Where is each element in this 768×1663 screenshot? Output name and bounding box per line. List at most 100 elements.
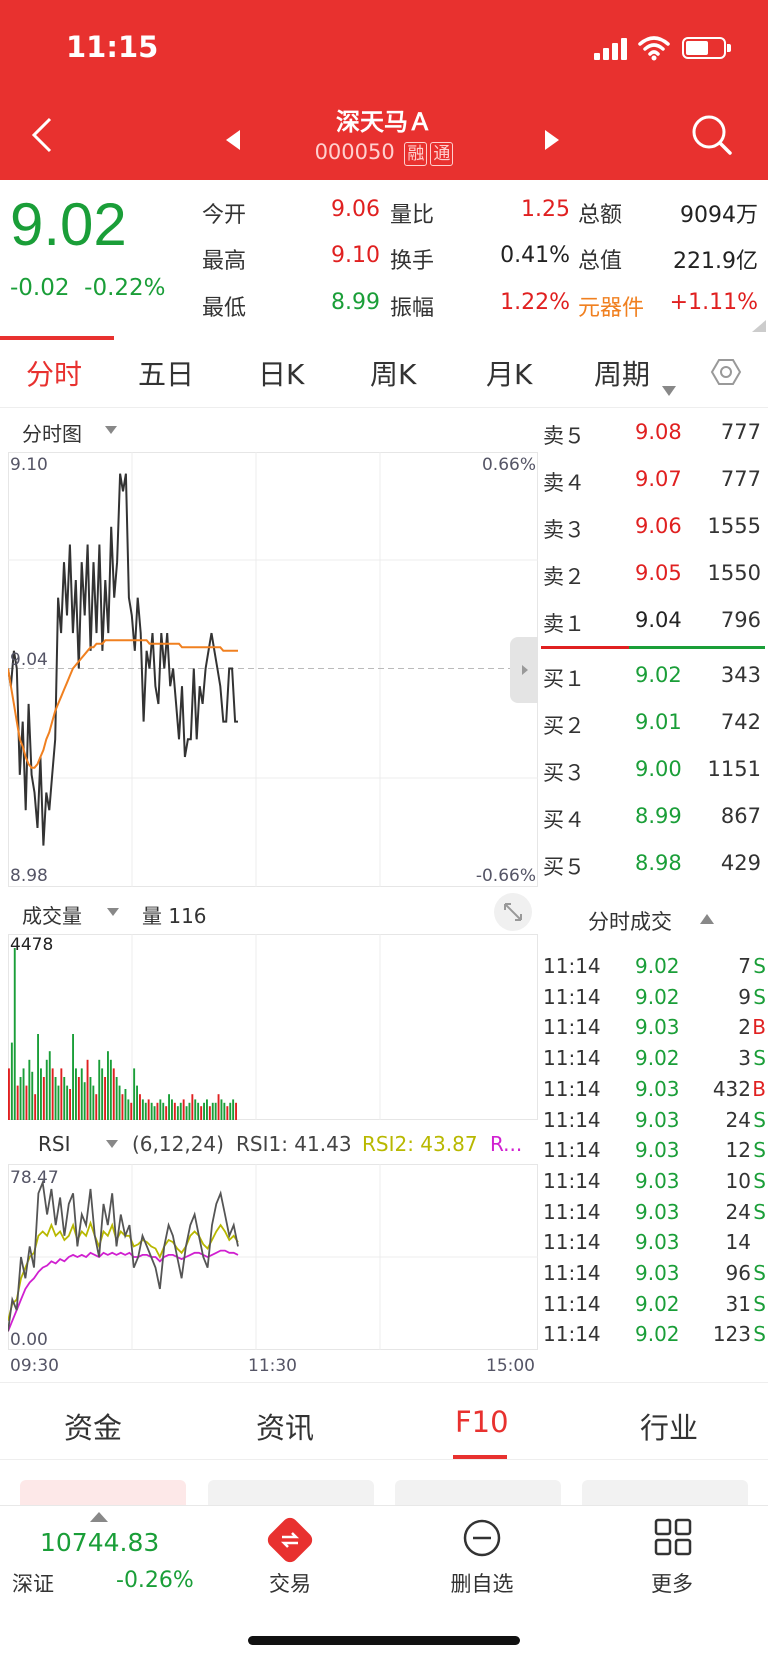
trade-side: S (753, 1261, 766, 1285)
intraday-chart-label[interactable]: 分时图 (22, 418, 82, 447)
collapse-orderbook-handle[interactable] (510, 637, 538, 703)
high-label: 最高 (202, 249, 247, 274)
ask-row[interactable]: 卖５ 9.08 777 (541, 412, 761, 452)
amplitude-label: 振幅 (390, 296, 435, 321)
ask-row[interactable]: 卖３ 9.06 1555 (541, 506, 761, 546)
volume-bar (223, 1102, 226, 1120)
book-level-label: 卖１ (543, 612, 585, 636)
corner-fold-icon (752, 320, 766, 332)
tab-intraday[interactable]: 分时 (26, 353, 82, 393)
tab-funds[interactable]: 资金 (64, 1405, 122, 1447)
volume-bar (130, 1102, 133, 1120)
volume-bar (95, 1094, 98, 1120)
index-value[interactable]: 10744.83 (40, 1528, 159, 1557)
market-cap-label: 总值 (578, 249, 623, 274)
trade-time: 11:14 (543, 1138, 601, 1163)
ask-row[interactable]: 卖４ 9.07 777 (541, 459, 761, 499)
more-label[interactable]: 更多 (632, 1568, 712, 1598)
next-stock-icon[interactable] (543, 130, 559, 150)
sector-change[interactable]: +1.11% (660, 290, 758, 315)
volume-bar (139, 1094, 141, 1120)
rsi3-value: R... (490, 1132, 523, 1156)
volume-bar (162, 1102, 165, 1120)
expand-chart-button[interactable] (494, 893, 532, 931)
tab-f10[interactable]: F10 (455, 1405, 509, 1439)
more-grid-icon[interactable] (654, 1518, 692, 1556)
remove-watchlist-icon[interactable] (462, 1518, 502, 1558)
amount-label: 总额 (578, 203, 623, 228)
volume-label[interactable]: 成交量 (22, 900, 82, 929)
cellular-signal-icon (594, 38, 628, 60)
vol-label: 量 (142, 904, 162, 928)
tab-industry[interactable]: 行业 (640, 1405, 698, 1447)
pct-axis-bottom: -0.66% (475, 866, 536, 886)
tab-monthly-k[interactable]: 月K (486, 353, 532, 393)
volume-bar (133, 1068, 136, 1120)
turnover-value: 0.41% (500, 243, 570, 268)
volume-bar (75, 1068, 77, 1120)
volume-bar (34, 1094, 37, 1120)
trade-side: S (753, 954, 766, 978)
bid-row[interactable]: 买３ 9.00 1151 (541, 749, 761, 789)
trade-volume: 432 (712, 1076, 751, 1101)
chart-period-tabs: 分时 五日 日K 周K 月K 周期 (0, 338, 768, 408)
volume-bar (150, 1102, 153, 1120)
trade-label[interactable]: 交易 (250, 1568, 330, 1598)
volume-bar (37, 1034, 39, 1120)
volume-bar (232, 1099, 235, 1120)
sector-name[interactable]: 元器件 (578, 290, 644, 322)
ask-row[interactable]: 卖２ 9.05 1550 (541, 553, 761, 593)
volume-bar (194, 1099, 197, 1120)
remove-watchlist-label[interactable]: 删自选 (440, 1568, 524, 1598)
volume-bar (115, 1077, 118, 1120)
rsi-label[interactable]: RSI (38, 1132, 71, 1156)
tab-news[interactable]: 资讯 (256, 1405, 314, 1447)
volume-bar (159, 1099, 162, 1120)
price-axis-mid: 9.04 (10, 650, 48, 670)
rsi-dropdown-icon[interactable] (106, 1140, 118, 1148)
bid-row[interactable]: 买２ 9.01 742 (541, 702, 761, 742)
book-level-label: 买４ (543, 808, 585, 832)
rsi1-value: RSI1: 41.43 (236, 1132, 352, 1156)
battery-icon (682, 37, 731, 59)
book-level-label: 买１ (543, 667, 585, 691)
index-expand-icon[interactable] (90, 1512, 108, 1522)
bid-row[interactable]: 买１ 9.02 343 (541, 655, 761, 695)
tab-daily-k[interactable]: 日K (258, 353, 304, 393)
chart-menu-dropdown-icon[interactable] (105, 426, 117, 434)
tab-five-day[interactable]: 五日 (138, 353, 194, 393)
book-level-label: 卖４ (543, 471, 585, 495)
trade-row: 11:14 9.03 24 S (541, 1106, 766, 1136)
last-price: 9.02 (10, 191, 127, 258)
volume-bar (206, 1099, 208, 1120)
trades-collapse-icon[interactable] (700, 914, 714, 924)
search-icon[interactable] (690, 113, 734, 157)
volume-bar (19, 1077, 22, 1120)
bid-row[interactable]: 买４ 8.99 867 (541, 796, 761, 836)
tab-period[interactable]: 周期 (594, 353, 650, 393)
volume-bar (60, 1068, 63, 1120)
book-level-label: 卖３ (543, 518, 585, 542)
settings-icon[interactable] (710, 356, 742, 388)
bid-row[interactable]: 买５ 8.98 429 (541, 843, 761, 883)
volume-chart (8, 934, 538, 1120)
volume-bar (40, 1068, 42, 1120)
stock-code: 000050 (314, 140, 395, 164)
volume-bar (141, 1099, 144, 1120)
index-name[interactable]: 深证 (12, 1568, 54, 1598)
trade-row: 11:14 9.03 24 S (541, 1198, 766, 1228)
book-volume: 1555 (707, 514, 761, 538)
tab-weekly-k[interactable]: 周K (370, 353, 416, 393)
volume-dropdown-icon[interactable] (107, 908, 119, 916)
trades-label[interactable]: 分时成交 (588, 906, 672, 936)
ask-row[interactable]: 卖１ 9.04 796 (541, 600, 761, 640)
book-volume: 777 (720, 467, 761, 491)
swap-arrows-icon (280, 1532, 300, 1548)
volume-bar (72, 1034, 74, 1120)
volume-bar (200, 1106, 203, 1120)
book-price: 9.00 (635, 757, 682, 781)
trade-volume: 9 (738, 984, 751, 1009)
trade-side: S (753, 1046, 766, 1071)
index-change[interactable]: -0.26% (116, 1568, 194, 1593)
volume-bar (176, 1106, 179, 1120)
